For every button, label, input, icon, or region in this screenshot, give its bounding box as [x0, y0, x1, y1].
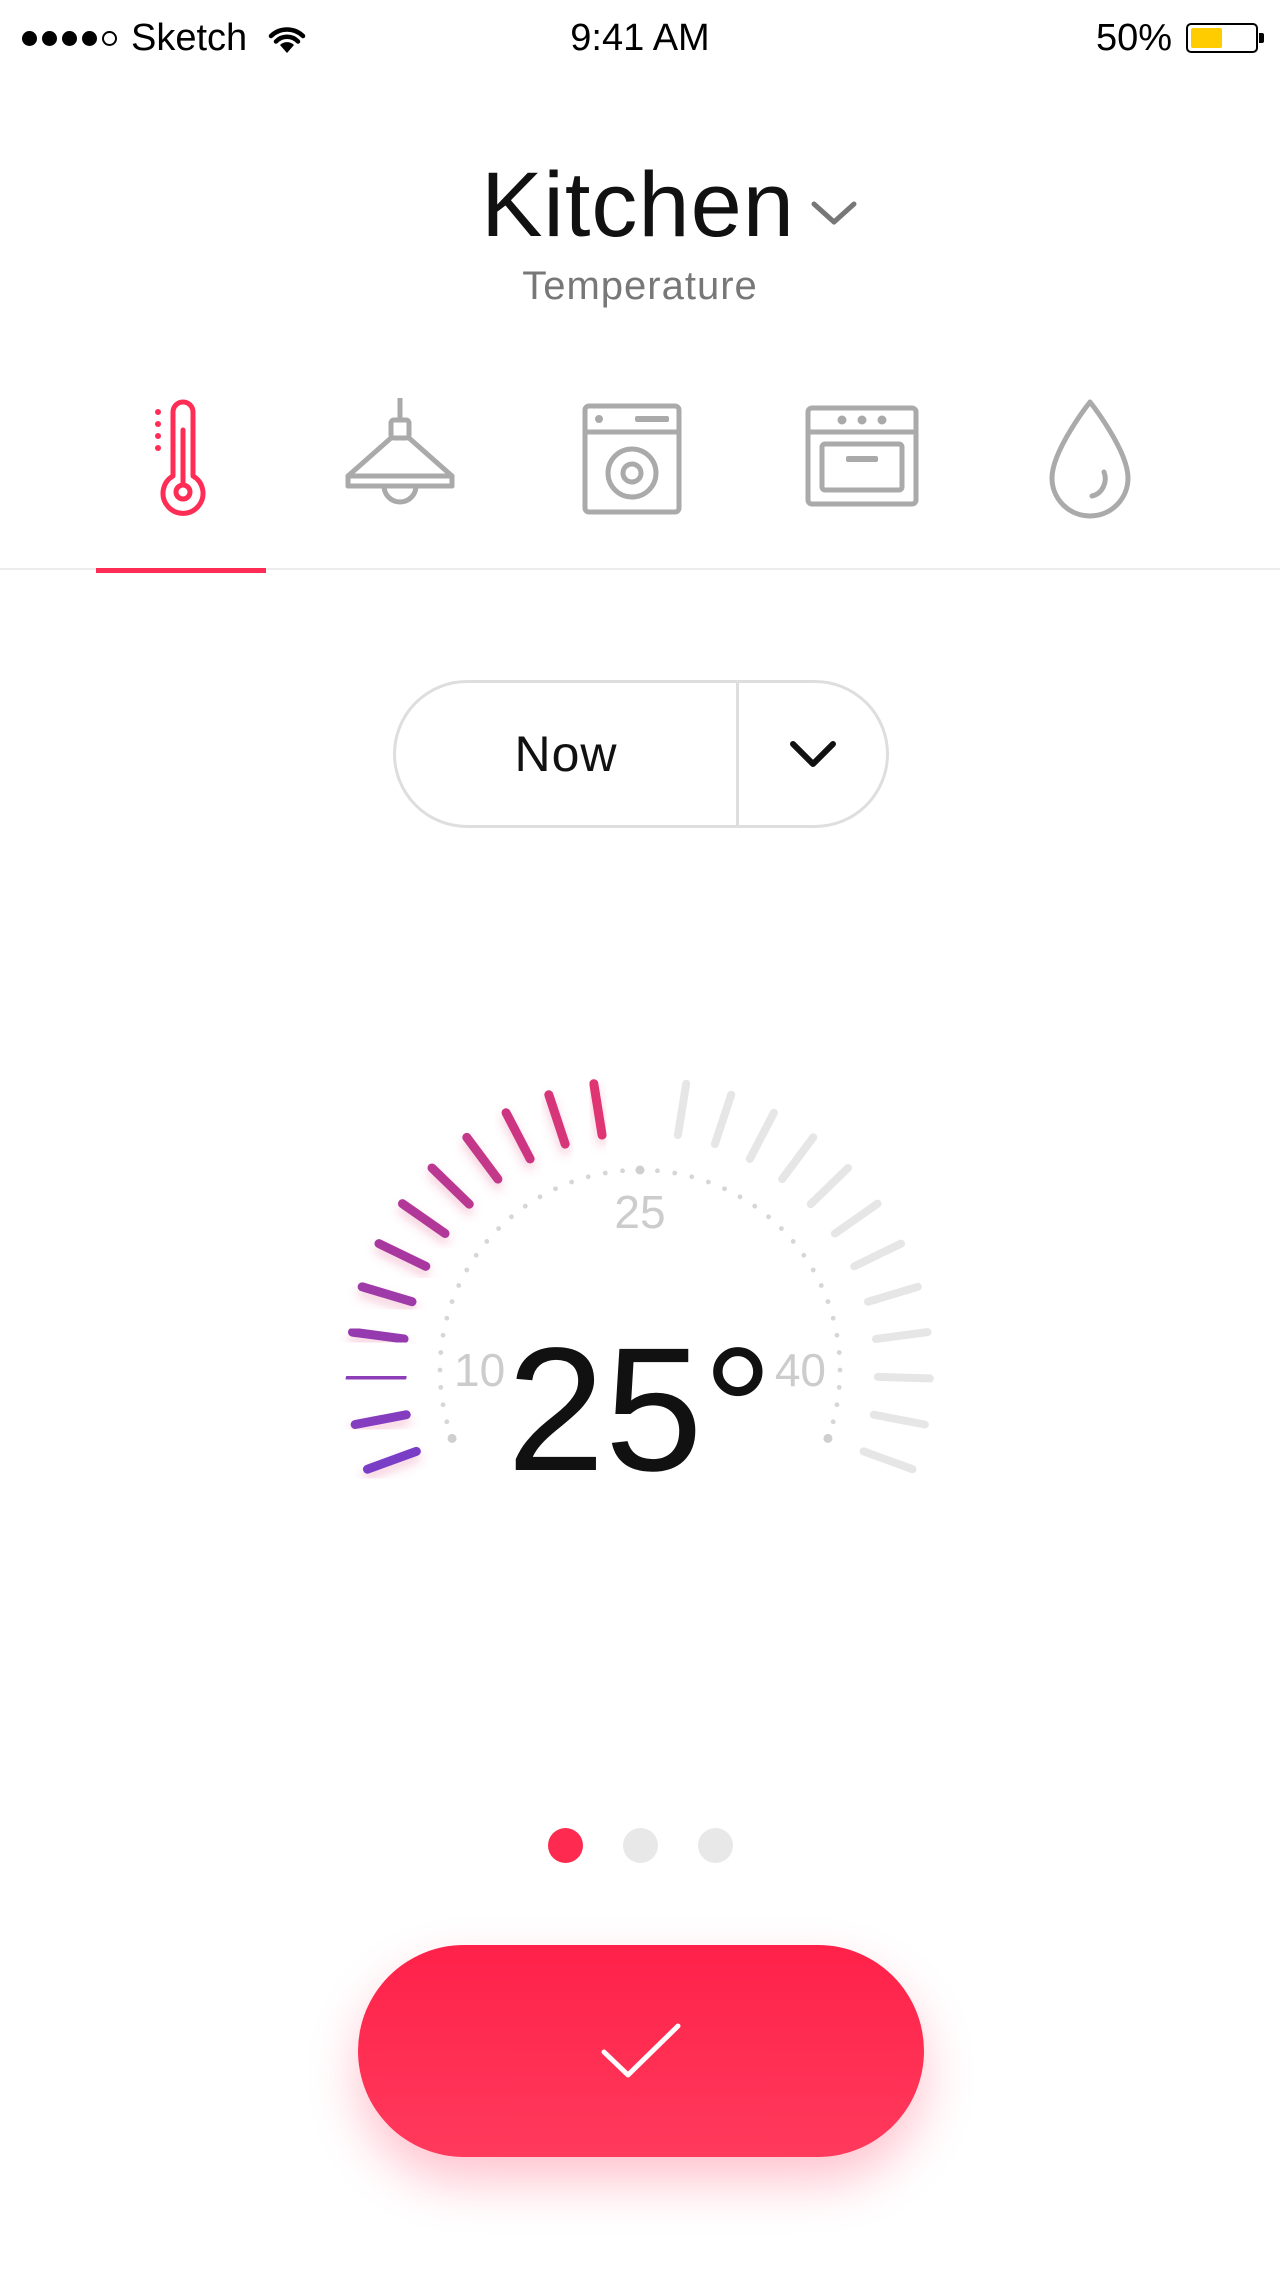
dial-scale-dot — [509, 1214, 514, 1220]
dial-scale-dot — [689, 1174, 695, 1180]
dial-scale-dot — [569, 1179, 574, 1185]
tab-oven[interactable] — [777, 380, 947, 570]
chevron-down-icon — [789, 741, 836, 767]
dial-scale-dot — [825, 1299, 831, 1304]
dial-tick[interactable] — [544, 1090, 570, 1149]
dial-tick[interactable] — [850, 1239, 906, 1271]
tab-washing-machine[interactable] — [547, 380, 717, 570]
dial-scale-dot — [585, 1174, 591, 1180]
dial-scale-dot — [537, 1194, 543, 1200]
dial-tick[interactable] — [778, 1133, 818, 1184]
dial-scale-dot — [464, 1267, 470, 1273]
thermometer-icon — [155, 399, 206, 516]
room-title: Kitchen — [481, 154, 795, 256]
page-subtitle: Temperature — [522, 264, 758, 308]
checkmark-icon — [601, 2023, 681, 2078]
dial-tick[interactable] — [589, 1079, 607, 1140]
dial-scale-dot — [752, 1203, 758, 1209]
dial-scale-dot — [737, 1194, 743, 1200]
dial-graphic[interactable]: 10 25 40 — [200, 960, 1080, 1660]
room-header: Kitchen Temperature — [0, 150, 1280, 309]
dial-tick[interactable] — [673, 1079, 691, 1140]
dial-scale-major-dot — [635, 1165, 645, 1175]
dial-tick[interactable] — [397, 1199, 450, 1238]
dial-scale-dot — [801, 1252, 807, 1258]
dial-scale-dot — [655, 1168, 660, 1174]
dial-tick[interactable] — [830, 1199, 882, 1238]
water-drop-icon — [1049, 399, 1131, 519]
temperature-readout: 25° — [506, 1312, 774, 1508]
period-dropdown-toggle[interactable] — [739, 683, 886, 825]
battery-level — [1191, 28, 1222, 48]
dial-scale-dot — [706, 1179, 711, 1185]
dial-scale-dot — [672, 1170, 678, 1176]
tab-lamp[interactable] — [315, 380, 485, 570]
period-dropdown[interactable]: Now — [393, 680, 889, 828]
tab-humidity[interactable] — [1005, 380, 1175, 570]
dial-tick[interactable] — [864, 1282, 922, 1306]
dial-scale-dot — [496, 1226, 501, 1231]
status-right: 50% — [1095, 14, 1264, 62]
page-dot[interactable] — [548, 1828, 583, 1863]
page-indicator — [548, 1828, 733, 1863]
dial-scale-dot — [810, 1267, 816, 1273]
dial-scale-dot — [602, 1170, 608, 1176]
dial-scale-dot — [722, 1186, 727, 1192]
device-tabs — [0, 380, 1280, 573]
dial-scale-dot — [818, 1283, 824, 1288]
chevron-down-icon[interactable] — [809, 198, 859, 228]
dial-label-mid: 25 — [614, 1186, 665, 1238]
dial-scale-dot — [449, 1299, 455, 1304]
status-bar: Sketch 9:41 AM 50% — [0, 0, 1280, 80]
dial-tick[interactable] — [427, 1163, 474, 1209]
dial-scale-dot — [522, 1203, 528, 1209]
dial-tick[interactable] — [374, 1239, 431, 1271]
lamp-icon — [345, 398, 455, 505]
dial-scale-dot — [766, 1214, 771, 1220]
battery-percentage: 50% — [1095, 16, 1172, 59]
dial-tick[interactable] — [462, 1132, 503, 1184]
dial-tick[interactable] — [806, 1163, 853, 1209]
thermostat-dial[interactable]: 10 25 40 25° — [200, 960, 1080, 1660]
battery-icon — [1186, 23, 1264, 53]
washing-machine-icon — [582, 403, 682, 515]
dial-scale-dot — [790, 1239, 796, 1244]
oven-icon — [805, 405, 919, 507]
dial-scale-dot — [779, 1226, 784, 1231]
page-dot[interactable] — [623, 1828, 658, 1863]
confirm-button[interactable] — [358, 1945, 924, 2157]
dial-scale-dot — [456, 1283, 462, 1288]
dial-scale-dot — [620, 1168, 625, 1174]
dial-scale-dot — [473, 1252, 479, 1258]
dial-tick[interactable] — [745, 1108, 778, 1163]
room-selector[interactable]: Kitchen — [421, 150, 859, 260]
dial-scale-dot — [484, 1239, 490, 1244]
dial-tick[interactable] — [501, 1108, 535, 1164]
tab-thermometer[interactable] — [96, 380, 266, 573]
page-dot[interactable] — [698, 1828, 733, 1863]
dial-scale-dot — [553, 1186, 558, 1192]
period-value: Now — [514, 726, 618, 782]
status-time: 9:41 AM — [570, 17, 710, 59]
dial-tick[interactable] — [357, 1282, 417, 1307]
dial-tick[interactable] — [710, 1090, 736, 1149]
